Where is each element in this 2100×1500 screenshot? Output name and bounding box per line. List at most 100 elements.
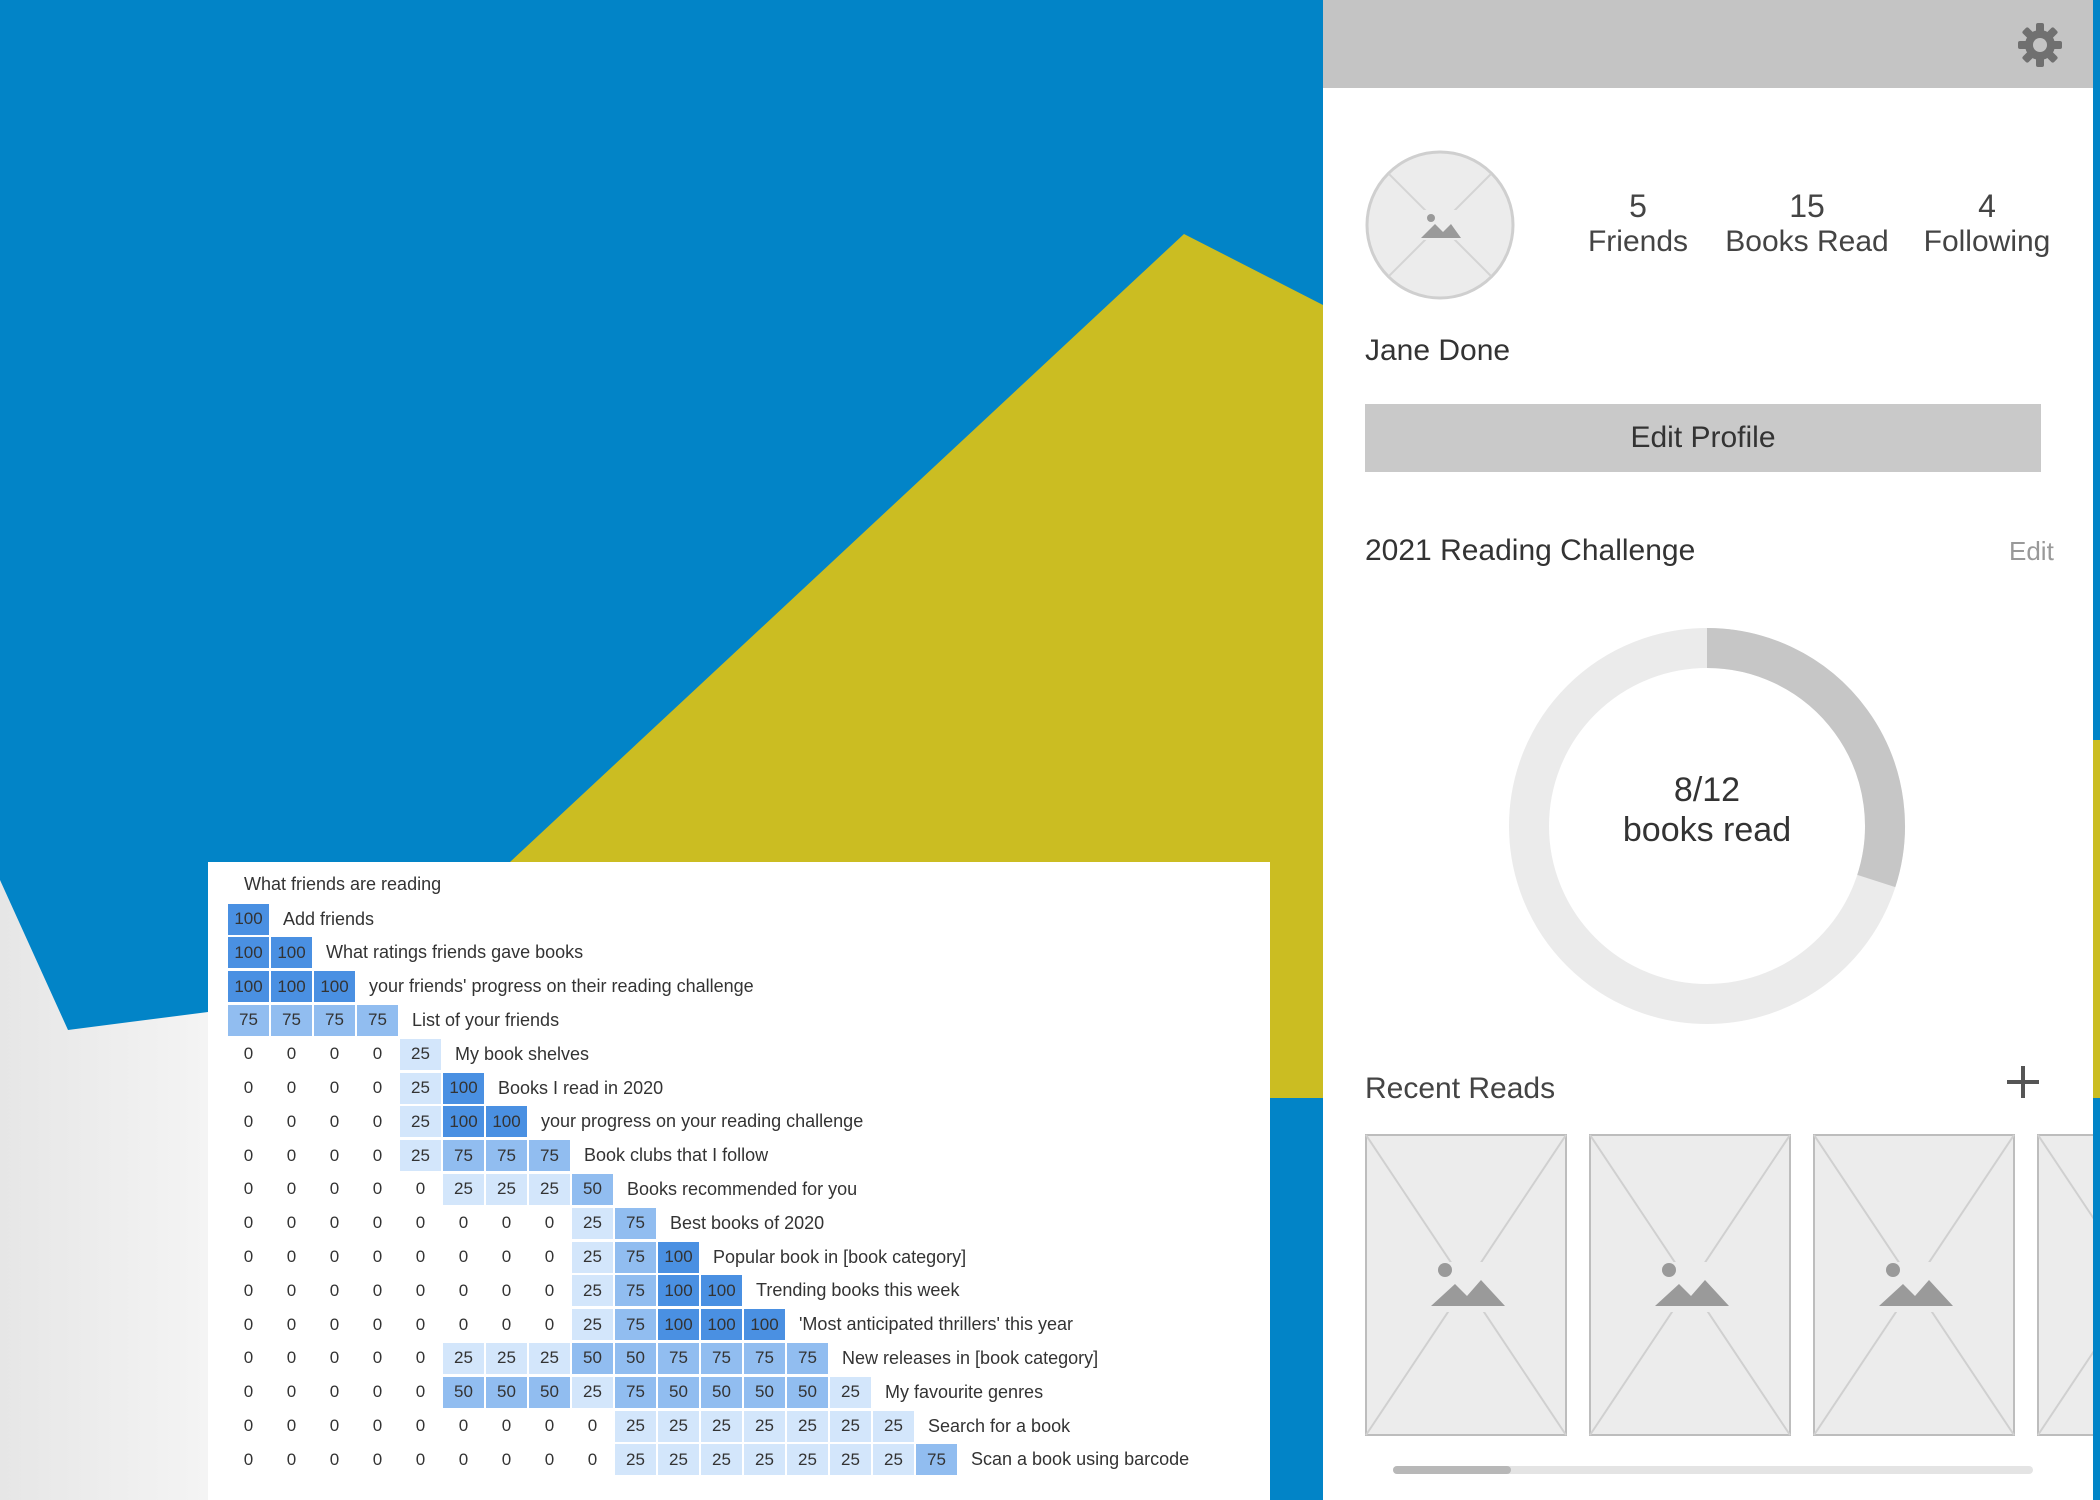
matrix-cell: 25 (658, 1444, 699, 1476)
challenge-edit-link[interactable]: Edit (2009, 536, 2054, 567)
matrix-cell: 0 (372, 1314, 383, 1334)
matrix-cell: 0 (329, 1314, 340, 1334)
matrix-cell: 100 (486, 1106, 527, 1138)
matrix-row-label: Trending books this week (756, 1280, 960, 1301)
matrix-cell: 75 (314, 1004, 355, 1036)
matrix-cell: 100 (443, 1072, 484, 1104)
matrix-cell: 0 (286, 1145, 297, 1165)
matrix-cell: 25 (443, 1173, 484, 1205)
stat-label: Following (1923, 225, 2051, 258)
stat-label: Friends (1587, 225, 1689, 258)
matrix-cell: 0 (458, 1280, 469, 1300)
matrix-cell: 50 (615, 1342, 656, 1374)
stat-value: 15 (1789, 188, 1825, 224)
matrix-cell: 0 (243, 1348, 254, 1368)
matrix-cell: 0 (243, 1449, 254, 1469)
matrix-cell: 100 (271, 971, 312, 1003)
matrix-cell: 0 (372, 1213, 383, 1233)
matrix-cell: 0 (415, 1416, 426, 1435)
matrix-row: 0 0 0 0 0 0 0 0 0 25 25 25 25 25 25 25 Search for a book (228, 1409, 1070, 1443)
matrix-cell: 100 (701, 1275, 742, 1307)
matrix-cell: 100 (228, 971, 269, 1003)
matrix-cell: 0 (544, 1280, 555, 1300)
horizontal-scrollbar[interactable] (1393, 1466, 2033, 1474)
matrix-cell: 0 (243, 1044, 254, 1064)
matrix-cell: 75 (744, 1342, 785, 1374)
matrix-cell: 0 (372, 1145, 383, 1165)
matrix-row: 0 0 0 0 0 0 0 0 0 25 25 25 25 25 25 25 75 Scan a book usi… (228, 1443, 1189, 1477)
matrix-cell: 25 (572, 1275, 613, 1307)
plus-icon[interactable] (2003, 1062, 2043, 1102)
matrix-cell: 0 (372, 1044, 383, 1064)
matrix-cell: 0 (329, 1382, 340, 1402)
matrix-row: 100 Add friends (228, 902, 374, 936)
matrix-cell: 0 (501, 1416, 512, 1435)
stat-friends[interactable]: 5 Friends (1563, 188, 1713, 260)
matrix-cell: 0 (458, 1416, 469, 1435)
matrix-cell: 75 (615, 1241, 656, 1273)
matrix-cell: 25 (400, 1140, 441, 1172)
top-bar (1323, 0, 2093, 88)
matrix-cell: 100 (443, 1106, 484, 1138)
matrix-cell: 0 (286, 1416, 297, 1435)
matrix-cell: 0 (286, 1111, 297, 1131)
matrix-cell: 75 (615, 1207, 656, 1239)
matrix-cell: 0 (286, 1078, 297, 1097)
book-thumbnail[interactable] (1589, 1134, 1791, 1436)
matrix-cell: 0 (415, 1348, 426, 1368)
matrix-cell: 75 (529, 1140, 570, 1172)
matrix-cell: 0 (544, 1247, 555, 1266)
book-thumbnail[interactable] (2037, 1134, 2093, 1436)
matrix-cell: 50 (744, 1376, 785, 1408)
matrix-cell: 25 (529, 1342, 570, 1374)
matrix-row: 75 75 75 75 List of your friends (228, 1003, 559, 1037)
matrix-row: 0 0 0 0 25 My book shelves (228, 1037, 589, 1071)
edit-profile-button[interactable]: Edit Profile (1365, 404, 2041, 472)
matrix-row: 0 0 0 0 0 0 0 0 25 75 Best books of 2020 (228, 1206, 824, 1240)
matrix-row: 0 0 0 0 0 50 50 50 25 75 50 50 50 50 25 My favourite ge… (228, 1375, 1043, 1409)
matrix-row: 0 0 0 0 0 0 0 0 25 75 100 100 Trending books this we… (228, 1274, 959, 1308)
matrix-cell: 75 (916, 1444, 957, 1476)
stat-books-read[interactable]: 15 Books Read (1719, 188, 1895, 260)
matrix-title: What friends are reading (244, 874, 442, 894)
matrix-cell: 0 (415, 1382, 426, 1402)
matrix-cell: 0 (544, 1213, 555, 1233)
matrix-cell: 50 (787, 1376, 828, 1408)
matrix-cell: 0 (458, 1314, 469, 1334)
matrix-row-label: your friends' progress on their reading … (369, 976, 754, 997)
matrix-row-label: Books recommended for you (627, 1178, 858, 1199)
stat-value: 5 (1629, 188, 1647, 224)
avatar[interactable] (1365, 150, 1515, 300)
matrix-cell: 50 (486, 1376, 527, 1408)
matrix-cell: 25 (744, 1444, 785, 1476)
matrix-cell: 0 (372, 1247, 383, 1266)
gear-icon[interactable] (2015, 20, 2065, 70)
matrix-cell: 0 (243, 1213, 254, 1233)
matrix-cell: 0 (329, 1078, 340, 1097)
book-thumbnail[interactable] (1813, 1134, 2015, 1436)
matrix-row-label: Add friends (283, 908, 375, 929)
matrix-cell: 25 (873, 1444, 914, 1476)
matrix-row: 100 100 100 your friends' progress on their… (228, 970, 754, 1004)
matrix-cell: 0 (286, 1247, 297, 1266)
book-thumbnail[interactable] (1365, 1134, 1567, 1436)
matrix-cell: 100 (271, 937, 312, 969)
matrix-cell: 25 (486, 1173, 527, 1205)
matrix-cell: 100 (744, 1309, 785, 1341)
matrix-cell: 0 (329, 1111, 340, 1131)
matrix-cell: 25 (572, 1241, 613, 1273)
matrix-cell: 0 (372, 1348, 383, 1368)
matrix-cell: 0 (501, 1449, 512, 1469)
matrix-cell: 0 (329, 1213, 340, 1233)
matrix-cell: 0 (243, 1314, 254, 1334)
matrix-cell: 0 (372, 1111, 383, 1131)
matrix-cell: 50 (443, 1376, 484, 1408)
matrix-row: 100 100 What ratings friends gave books (228, 936, 583, 970)
scrollbar-thumb[interactable] (1393, 1466, 1511, 1474)
matrix-cell: 25 (572, 1376, 613, 1408)
matrix-row-label: Books I read in 2020 (498, 1077, 664, 1098)
matrix-cell: 25 (701, 1410, 742, 1442)
stat-following[interactable]: 4 Following (1909, 188, 2065, 260)
matrix-cell: 0 (286, 1449, 297, 1469)
matrix-cell: 100 (314, 971, 355, 1003)
